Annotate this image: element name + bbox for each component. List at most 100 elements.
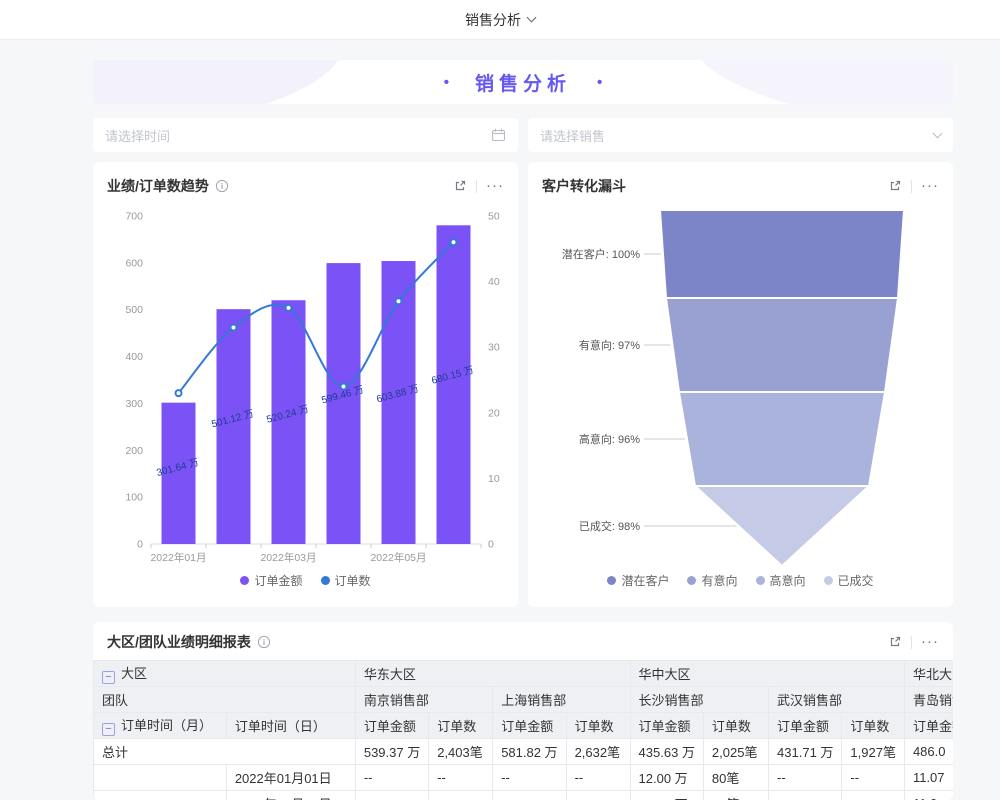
legend-swatch — [240, 576, 249, 585]
table-value-cell: 2,025笔 — [703, 739, 768, 765]
svg-text:20: 20 — [488, 407, 500, 419]
funnel-stage-label: 高意向: 96% — [579, 432, 640, 446]
trend-card-title: 业绩/订单数趋势 i — [107, 176, 229, 196]
info-icon[interactable]: i — [215, 179, 229, 193]
time-filter-select[interactable]: 请选择时间 — [93, 118, 518, 152]
funnel-card-title: 客户转化漏斗 — [542, 176, 626, 196]
table-header-cell: 订单金额 — [769, 713, 842, 739]
table-row-label: 总计 — [94, 739, 356, 765]
table-card-actions: ··· — [888, 635, 939, 649]
trend-legend: 订单金额 订单数 — [107, 572, 504, 589]
legend-swatch — [321, 576, 330, 585]
table-value-cell: 539.37 万 — [355, 739, 428, 765]
funnel-stage-label: 已成交: 98% — [579, 519, 640, 533]
table-row: 总计539.37 万2,403笔581.82 万2,632笔435.63 万2,… — [94, 739, 954, 765]
table-row-label — [94, 791, 227, 800]
table-header-cell: 武汉销售部 — [769, 687, 905, 713]
more-actions-icon[interactable]: ··· — [921, 181, 939, 191]
svg-text:0: 0 — [137, 539, 143, 551]
legend-item[interactable]: 订单金额 — [240, 572, 302, 589]
trend-card-header: 业绩/订单数趋势 i ··· — [107, 174, 504, 198]
funnel-chart-canvas: 潜在客户: 100%有意向: 97%高意向: 96%已成交: 98% — [542, 202, 939, 568]
svg-text:700: 700 — [125, 211, 143, 223]
table-header-cell: 订单数 — [566, 713, 630, 739]
page-title[interactable]: 销售分析 — [465, 10, 521, 30]
line-point[interactable] — [231, 325, 237, 331]
collapse-icon[interactable]: − — [102, 723, 115, 736]
action-divider — [476, 180, 477, 193]
sales-filter-placeholder: 请选择销售 — [540, 126, 605, 145]
export-icon[interactable] — [888, 179, 902, 193]
funnel-stage[interactable] — [679, 392, 885, 486]
table-value-cell: 23.05 万 — [630, 791, 703, 800]
funnel-card-actions: ··· — [888, 179, 939, 193]
funnel-stage[interactable] — [666, 298, 898, 392]
table-header-cell: 订单金额 — [493, 713, 566, 739]
svg-text:2022年05月: 2022年05月 — [370, 551, 426, 564]
line-point[interactable] — [286, 305, 292, 311]
legend-label: 高意向 — [770, 572, 806, 589]
table-header-cell: 南京销售部 — [355, 687, 492, 713]
table-header-cell: −订单时间（月） — [94, 713, 227, 739]
table-value-cell: -- — [493, 791, 566, 800]
chevron-down-icon[interactable] — [527, 13, 537, 23]
table-row: 2022年01月02日--------23.05 万90笔----11.0 — [94, 791, 954, 800]
chevron-down-icon — [933, 128, 943, 138]
funnel-title-text: 客户转化漏斗 — [542, 176, 626, 196]
funnel-chart-card: 客户转化漏斗 ··· 潜在客户: 100%有意向: 97%高意向: 96%已成交… — [528, 162, 953, 607]
table-value-cell: 11.07 — [904, 765, 953, 791]
line-point[interactable] — [176, 390, 182, 396]
table-value-cell: -- — [355, 765, 428, 791]
table-value-cell: 431.71 万 — [769, 739, 842, 765]
table-title-text: 大区/团队业绩明细报表 — [107, 632, 251, 652]
legend-item[interactable]: 订单数 — [321, 572, 371, 589]
table-value-cell: -- — [493, 765, 566, 791]
svg-text:0: 0 — [488, 539, 494, 551]
collapse-icon[interactable]: − — [102, 671, 115, 684]
line-point[interactable] — [451, 239, 457, 245]
more-actions-icon[interactable]: ··· — [921, 637, 939, 647]
legend-item[interactable]: 高意向 — [756, 572, 806, 589]
table-value-cell: 2,632笔 — [566, 739, 630, 765]
export-icon[interactable] — [888, 635, 902, 649]
table-header-cell: 订单数 — [842, 713, 905, 739]
bar[interactable] — [437, 225, 471, 544]
sales-filter-select[interactable]: 请选择销售 — [528, 118, 953, 152]
table-header-cell: 上海销售部 — [493, 687, 630, 713]
legend-swatch — [756, 576, 765, 585]
legend-item[interactable]: 已成交 — [824, 572, 874, 589]
svg-text:50: 50 — [488, 211, 500, 223]
table-value-cell: -- — [566, 765, 630, 791]
table-value-cell: -- — [566, 791, 630, 800]
svg-text:40: 40 — [488, 276, 500, 288]
svg-text:400: 400 — [125, 351, 143, 363]
svg-text:i: i — [221, 182, 223, 191]
table-card-title: 大区/团队业绩明细报表 i — [107, 632, 271, 652]
line-point[interactable] — [396, 298, 402, 304]
report-table: −大区华东大区华中大区华北大区团队南京销售部上海销售部长沙销售部武汉销售部青岛销… — [93, 660, 953, 800]
legend-swatch — [824, 576, 833, 585]
table-value-cell: -- — [769, 765, 842, 791]
table-header-cell: −大区 — [94, 661, 356, 687]
svg-text:500: 500 — [125, 304, 143, 316]
table-header-cell: 订单数 — [703, 713, 768, 739]
legend-swatch — [607, 576, 616, 585]
export-icon[interactable] — [453, 179, 467, 193]
report-table-card: 大区/团队业绩明细报表 i ··· −大区华东大区华中大区华北大区团队南京销售部… — [93, 622, 953, 800]
calendar-icon — [491, 128, 506, 142]
table-value-cell: -- — [355, 791, 428, 800]
legend-item[interactable]: 潜在客户 — [607, 572, 669, 589]
info-icon[interactable]: i — [257, 635, 271, 649]
dashboard-content: • 销售分析 • 请选择时间 请选择销售 业绩/订单数趋势 i — [93, 60, 953, 800]
table-value-cell: 11.0 — [904, 791, 953, 800]
table-row-label: 2022年01月01日 — [226, 765, 355, 791]
table-value-cell: -- — [842, 791, 905, 800]
legend-item[interactable]: 有意向 — [687, 572, 737, 589]
more-actions-icon[interactable]: ··· — [486, 181, 504, 191]
funnel-legend: 潜在客户 有意向 高意向 已成交 — [542, 572, 939, 589]
svg-text:i: i — [263, 638, 265, 647]
table-value-cell: -- — [769, 791, 842, 800]
funnel-stage[interactable] — [660, 210, 904, 298]
table-header-cell: 华东大区 — [355, 661, 630, 687]
action-divider — [911, 636, 912, 649]
